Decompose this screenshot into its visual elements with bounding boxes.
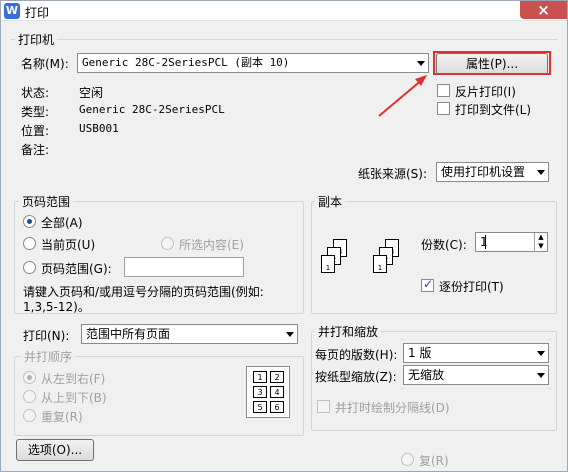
copies-count-value: 1: [480, 235, 488, 249]
scale-label: 按纸型缩放(Z):: [315, 370, 397, 384]
chevron-down-icon: [286, 332, 294, 337]
draw-borders-checkbox[interactable]: [317, 400, 330, 413]
paper-source-select[interactable]: 使用打印机设置: [436, 162, 549, 182]
order-left-to-right-label: 从左到右(F): [41, 372, 106, 386]
scale-select[interactable]: 无缩放: [403, 365, 549, 385]
layout-cell: 1: [253, 371, 267, 383]
page-range-title: 页码范围: [19, 193, 74, 210]
print-what-select[interactable]: 范围中所有页面: [81, 324, 298, 344]
collate-page-icon: 1: [321, 255, 335, 273]
annotation-arrow-icon: [378, 75, 427, 117]
pages-per-sheet-value: 1 版: [408, 346, 432, 360]
print-dialog: W 打印 × 打印机 名称(M): Generic 28C-2SeriesPCL…: [0, 0, 568, 472]
layout-preview: 1 2 3 4 5 6: [246, 366, 290, 418]
layout-cell: 4: [270, 386, 284, 398]
reverse-print-label: 反片打印(I): [455, 85, 516, 99]
layout-cell: 5: [253, 401, 267, 413]
copies-group: [311, 201, 557, 314]
options-button[interactable]: 选项(O)...: [16, 439, 94, 461]
range-hint-example: 1,3,5-12)。: [23, 300, 90, 314]
collate-label: 逐份打印(T): [439, 280, 504, 294]
range-selection-radio[interactable]: [161, 237, 174, 250]
printer-name-select[interactable]: Generic 28C-2SeriesPCL (副本 10): [77, 53, 429, 73]
title-bar: W 打印 ×: [1, 1, 567, 21]
layout-cell: 6: [270, 401, 284, 413]
collate-page-icon: 1: [373, 255, 387, 273]
close-button[interactable]: ×: [520, 1, 567, 19]
pages-per-sheet-select[interactable]: 1 版: [403, 343, 549, 363]
chevron-down-icon: [537, 351, 545, 356]
chevron-down-icon: [417, 61, 425, 66]
range-all-radio[interactable]: [23, 215, 36, 228]
comment-label: 备注:: [21, 143, 50, 157]
spin-up-icon[interactable]: ▲: [534, 233, 547, 242]
print-what-value: 范围中所有页面: [86, 327, 171, 341]
range-all-label: 全部(A): [41, 216, 83, 230]
pages-per-sheet-label: 每页的版数(H):: [315, 348, 398, 362]
chevron-down-icon: [537, 170, 545, 175]
order-left-to-right-radio[interactable]: [23, 371, 36, 384]
type-label: 类型:: [21, 105, 50, 119]
wps-writer-icon: W: [4, 3, 20, 19]
print-what-label: 打印(N):: [23, 329, 70, 343]
collate-order-title: 并打顺序: [21, 348, 76, 365]
reverse-print-checkbox[interactable]: [437, 84, 450, 97]
scale-value: 无缩放: [408, 368, 445, 382]
location-label: 位置:: [21, 124, 50, 138]
zoom-title: 并打和缩放: [315, 323, 382, 340]
print-to-file-label: 打印到文件(L): [455, 103, 532, 117]
spin-down-icon[interactable]: ▼: [534, 242, 547, 251]
range-pages-label: 页码范围(G):: [41, 262, 112, 276]
collate-checkbox[interactable]: [421, 277, 434, 292]
range-pages-radio[interactable]: [23, 261, 36, 274]
chevron-down-icon: [537, 373, 545, 378]
range-selection-label: 所选内容(E): [179, 238, 244, 252]
copies-title: 副本: [315, 193, 346, 210]
paper-source-label: 纸张来源(S):: [358, 167, 428, 181]
printer-name-value: Generic 28C-2SeriesPCL (副本 10): [82, 56, 290, 69]
bottom-partial-radio[interactable]: [401, 453, 414, 466]
order-top-to-bottom-label: 从上到下(B): [41, 391, 107, 405]
order-repeat-radio[interactable]: [23, 409, 36, 422]
printer-name-label: 名称(M):: [21, 57, 69, 71]
paper-source-value: 使用打印机设置: [441, 165, 526, 179]
range-current-radio[interactable]: [23, 237, 36, 250]
type-value: Generic 28C-2SeriesPCL: [79, 103, 225, 116]
annotation-highlight-box: [433, 51, 551, 75]
status-label: 状态:: [21, 86, 50, 100]
draw-borders-label: 并打时绘制分隔线(D): [335, 401, 450, 415]
range-current-label: 当前页(U): [41, 238, 96, 252]
copies-count-label: 份数(C):: [421, 238, 467, 252]
location-value: USB001: [79, 122, 119, 135]
copies-count-spinner[interactable]: 1 ▲ ▼: [475, 232, 548, 252]
page-range-input[interactable]: [124, 257, 244, 277]
order-top-to-bottom-radio[interactable]: [23, 390, 36, 403]
printer-group-title: 打印机: [15, 31, 58, 48]
window-title: 打印: [25, 6, 50, 20]
text-caret: [485, 235, 486, 249]
layout-cell: 3: [253, 386, 267, 398]
bottom-partial-label: 复(R): [419, 454, 449, 468]
layout-cell: 2: [270, 371, 284, 383]
order-repeat-label: 重复(R): [41, 410, 83, 424]
print-to-file-checkbox[interactable]: [437, 102, 450, 115]
status-value: 空闲: [79, 86, 104, 100]
